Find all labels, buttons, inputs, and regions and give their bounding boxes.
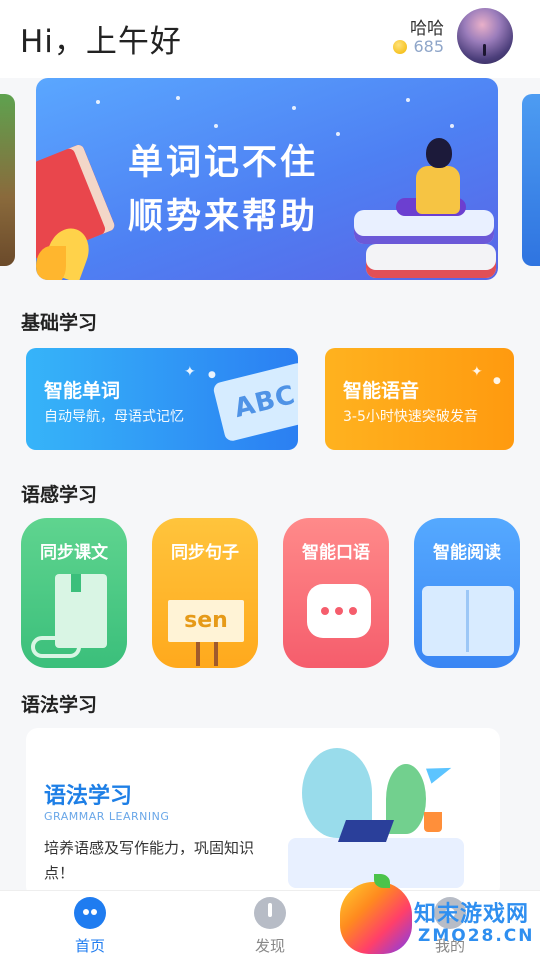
- reader-illustration: [426, 138, 452, 168]
- smart-reading-tile[interactable]: 智能阅读: [414, 518, 520, 668]
- nav-label: 首页: [74, 937, 105, 955]
- grammar-card-description: 培养语感及写作能力，巩固知识点！: [44, 839, 255, 882]
- compass-icon: [254, 897, 286, 929]
- nav-label: 发现: [254, 937, 285, 955]
- card-title: 智能单词: [44, 380, 121, 402]
- sync-sentence-tile[interactable]: 同步句子 sen: [152, 518, 258, 668]
- grammar-card-subtitle: GRAMMAR LEARNING: [44, 810, 170, 823]
- watermark-name: 知末游戏网: [414, 902, 530, 927]
- card-subtitle: 自动导航，母语式记忆: [44, 409, 184, 425]
- card-subtitle: 3-5小时快速突破发音: [343, 409, 478, 425]
- robot-icon: [74, 897, 106, 929]
- leaf-illustration: [36, 246, 66, 280]
- card-title: 智能语音: [343, 380, 420, 402]
- coin-balance: 685: [393, 37, 444, 56]
- grammar-card-title: 语法学习: [44, 784, 133, 809]
- section-title-grammar: 语法学习: [21, 694, 98, 716]
- graduation-cap-icon: [337, 820, 395, 842]
- fruit-logo-icon: [340, 882, 412, 954]
- greeting-text: Hi，上午好: [20, 24, 182, 60]
- header: Hi，上午好 哈哈 685: [0, 0, 540, 78]
- grammar-card[interactable]: 语法学习 GRAMMAR LEARNING 培养语感及写作能力，巩固知识点！: [26, 728, 500, 898]
- section-title-sense: 语感学习: [21, 484, 98, 506]
- smart-words-card[interactable]: 智能单词 自动导航，母语式记忆 ✦ ● ABC: [26, 348, 298, 450]
- leaf-icon: [374, 874, 390, 888]
- banner-card[interactable]: 单词记不住 顺势来帮助: [36, 78, 498, 280]
- section-title-basic: 基础学习: [21, 312, 98, 334]
- book-stack-illustration: [366, 244, 496, 278]
- coin-count: 685: [413, 37, 444, 56]
- banner-next-card[interactable]: [522, 94, 540, 266]
- coin-icon: [393, 39, 408, 54]
- nav-home[interactable]: 首页: [30, 897, 150, 956]
- board-icon: sen: [168, 600, 244, 642]
- open-book-icon: [422, 586, 514, 656]
- nav-discover[interactable]: 发现: [210, 897, 330, 956]
- tile-label: 同步句子: [171, 543, 239, 563]
- cup-icon: [424, 812, 442, 832]
- tile-label: 智能阅读: [433, 543, 501, 563]
- abc-card-illustration: ABC: [212, 361, 298, 443]
- reader-illustration: [416, 166, 460, 214]
- avatar[interactable]: [457, 8, 513, 64]
- user-name: 哈哈: [410, 19, 444, 39]
- watermark-url: ZMO28.CN: [418, 926, 535, 946]
- site-watermark: 知末游戏网 ZMO28.CN: [338, 874, 540, 960]
- sync-text-tile[interactable]: 同步课文: [21, 518, 127, 668]
- banner-headline-1: 单词记不住: [128, 143, 319, 183]
- paper-plane-icon: [425, 760, 455, 784]
- smart-speaking-tile[interactable]: 智能口语: [283, 518, 389, 668]
- glasses-icon: [31, 636, 81, 658]
- banner-prev-card[interactable]: [0, 94, 15, 266]
- easel-icon: [196, 642, 218, 666]
- banner-headline-2: 顺势来帮助: [128, 197, 319, 237]
- banner-carousel[interactable]: 单词记不住 顺势来帮助: [0, 78, 540, 288]
- tile-label: 同步课文: [40, 543, 108, 563]
- chat-bubble-icon: [307, 584, 371, 638]
- tile-label: 智能口语: [302, 543, 370, 563]
- app-screen: Hi，上午好 哈哈 685 单词记不住 顺势来帮助 基础学习 智能单词 自动导航…: [0, 0, 540, 960]
- smart-voice-card[interactable]: 智能语音 3-5小时快速突破发音 ✦ ●: [325, 348, 514, 450]
